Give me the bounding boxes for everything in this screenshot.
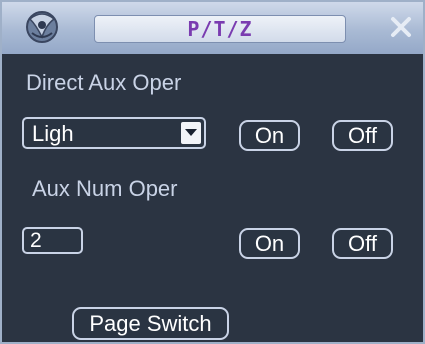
direct-aux-on-button[interactable]: On — [239, 120, 300, 151]
chevron-down-icon[interactable] — [181, 122, 201, 144]
aux-num-on-label: On — [254, 231, 285, 256]
aux-select[interactable]: Ligh — [22, 117, 206, 149]
title-bar: P/T/Z — [2, 2, 423, 54]
window-title: P/T/Z — [94, 15, 346, 43]
direct-aux-off-label: Off — [348, 123, 377, 148]
aux-num-heading: Aux Num Oper — [32, 176, 178, 201]
direct-aux-off-button[interactable]: Off — [332, 120, 393, 151]
aux-select-value: Ligh — [32, 121, 74, 146]
aux-num-off-label: Off — [348, 231, 377, 256]
ptz-dialog: P/T/Z Direct Aux Oper Ligh On Off Aux Nu… — [0, 0, 425, 344]
page-switch-button[interactable]: Page Switch — [72, 307, 229, 340]
page-switch-label: Page Switch — [89, 311, 212, 336]
close-icon[interactable] — [388, 14, 414, 40]
aux-num-on-button[interactable]: On — [239, 228, 300, 259]
aux-number-value: 2 — [30, 229, 42, 252]
aux-number-input[interactable]: 2 — [22, 227, 83, 254]
direct-aux-heading: Direct Aux Oper — [26, 70, 182, 95]
logo-icon — [22, 7, 64, 47]
aux-num-off-button[interactable]: Off — [332, 228, 393, 259]
direct-aux-on-label: On — [254, 123, 285, 148]
